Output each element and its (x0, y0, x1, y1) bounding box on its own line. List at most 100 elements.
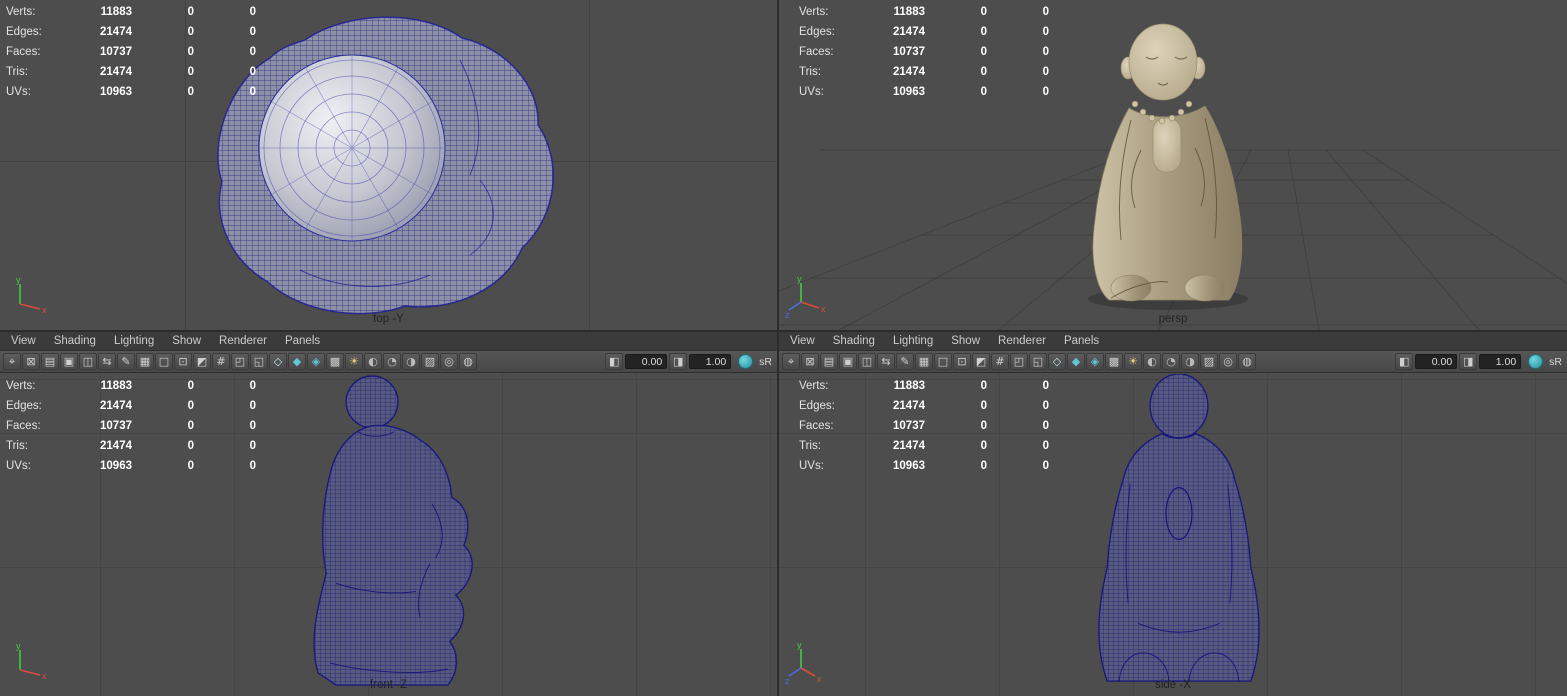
viewport-persp[interactable]: Verts: 11883 0 0 Edges: 21474 0 0 Faces:… (777, 0, 1567, 330)
front-view-panel: View Shading Lighting Show Renderer Pane… (0, 330, 777, 696)
viewport-top[interactable]: Verts: 11883 0 0 Edges: 21474 0 0 Faces:… (0, 0, 777, 330)
axis-gizmo[interactable]: y x z (785, 276, 829, 320)
gate-mask-icon[interactable]: ◩ (972, 353, 990, 370)
toolbar-icon-group: ⌖ ⊠ ▤ ▣ ◫ ⇆ ✎ ▦ □ ⊡ ◩ # ◰ ◱ ◇ ◆ ◈ ▩ ☀ ◐ … (3, 353, 477, 370)
motion-blur-icon[interactable]: ◑ (402, 353, 420, 370)
camera-attributes-icon[interactable]: ▤ (41, 353, 59, 370)
view-transform-label: sR (1549, 355, 1562, 368)
safe-action-icon[interactable]: ◰ (1010, 353, 1028, 370)
select-camera-icon[interactable]: ⌖ (782, 353, 800, 370)
safe-title-icon[interactable]: ◱ (1029, 353, 1047, 370)
safe-title-icon[interactable]: ◱ (250, 353, 268, 370)
front-view-wireframe-model (313, 375, 473, 686)
menu-show[interactable]: Show (942, 332, 989, 350)
menu-view[interactable]: View (2, 332, 45, 350)
grease-pencil-icon[interactable]: ✎ (896, 353, 914, 370)
panel-toolbar: ⌖ ⊠ ▤ ▣ ◫ ⇆ ✎ ▦ □ ⊡ ◩ # ◰ ◱ ◇ ◆ ◈ ▩ ☀ ◐ … (779, 351, 1567, 373)
resolution-gate-icon[interactable]: ⊡ (953, 353, 971, 370)
field-chart-icon[interactable]: # (212, 353, 230, 370)
shaded-mode-icon[interactable]: ◆ (1067, 353, 1085, 370)
pan-zoom-icon[interactable]: ⇆ (877, 353, 895, 370)
axis-gizmo[interactable]: y x z (785, 642, 829, 686)
lock-camera-icon[interactable]: ⊠ (22, 353, 40, 370)
gamma-toggle-icon[interactable]: ◨ (669, 353, 688, 370)
lock-camera-icon[interactable]: ⊠ (801, 353, 819, 370)
motion-blur-icon[interactable]: ◑ (1181, 353, 1199, 370)
use-all-lights-icon[interactable]: ☀ (1124, 353, 1142, 370)
wireframe-mode-icon[interactable]: ◇ (269, 353, 287, 370)
textured-mode-icon[interactable]: ◈ (1086, 353, 1104, 370)
maya-four-view-layout: Verts: 11883 0 0 Edges: 21474 0 0 Faces:… (0, 0, 1567, 696)
wireframe-mode-icon[interactable]: ◇ (1048, 353, 1066, 370)
exposure-toggle-icon[interactable]: ◧ (605, 353, 624, 370)
checker-icon[interactable]: ▩ (326, 353, 344, 370)
axis-y-label: y (16, 276, 21, 285)
use-all-lights-icon[interactable]: ☀ (345, 353, 363, 370)
gate-mask-icon[interactable]: ◩ (193, 353, 211, 370)
field-chart-icon[interactable]: # (991, 353, 1009, 370)
bookmarks-icon[interactable]: ▣ (60, 353, 78, 370)
occlusion-icon[interactable]: ◔ (1162, 353, 1180, 370)
pan-zoom-icon[interactable]: ⇆ (98, 353, 116, 370)
occlusion-icon[interactable]: ◔ (383, 353, 401, 370)
xray-icon[interactable]: ◍ (1238, 353, 1256, 370)
menu-renderer[interactable]: Renderer (989, 332, 1055, 350)
bookmarks-icon[interactable]: ▣ (839, 353, 857, 370)
axis-y-label: y (16, 642, 21, 651)
shadows-icon[interactable]: ◐ (1143, 353, 1161, 370)
menu-panels[interactable]: Panels (276, 332, 329, 350)
axis-gizmo[interactable]: y x (6, 642, 50, 686)
axis-y-label: y (797, 276, 802, 284)
persp-view-textured-model (779, 23, 1567, 330)
multisample-icon[interactable]: ▨ (1200, 353, 1218, 370)
menu-view[interactable]: View (781, 332, 824, 350)
gamma-toggle-icon[interactable]: ◨ (1459, 353, 1478, 370)
top-view-wireframe-model (217, 16, 554, 315)
menu-shading[interactable]: Shading (824, 332, 884, 350)
menu-show[interactable]: Show (163, 332, 210, 350)
menu-lighting[interactable]: Lighting (105, 332, 163, 350)
multisample-icon[interactable]: ▨ (421, 353, 439, 370)
shaded-mode-icon[interactable]: ◆ (288, 353, 306, 370)
image-plane-icon[interactable]: ◫ (858, 353, 876, 370)
color-management-icon[interactable] (738, 354, 754, 369)
exposure-field[interactable]: 0.00 (625, 354, 668, 369)
side-view-panel: View Shading Lighting Show Renderer Pane… (777, 330, 1567, 696)
film-gate-icon[interactable]: □ (934, 353, 952, 370)
menu-panels[interactable]: Panels (1055, 332, 1108, 350)
exposure-field[interactable]: 0.00 (1415, 354, 1458, 369)
color-management-icon[interactable] (1528, 354, 1544, 369)
toolbar-right-group: ◧ 0.00 ◨ 1.00 sR (1395, 353, 1564, 370)
gamma-field[interactable]: 1.00 (689, 354, 732, 369)
camera-attributes-icon[interactable]: ▤ (820, 353, 838, 370)
gamma-field[interactable]: 1.00 (1479, 354, 1522, 369)
viewport-front[interactable]: Verts: 11883 0 0 Edges: 21474 0 0 Faces: (0, 374, 777, 696)
checker-icon[interactable]: ▩ (1105, 353, 1123, 370)
isolate-select-icon[interactable]: ◎ (440, 353, 458, 370)
isolate-select-icon[interactable]: ◎ (1219, 353, 1237, 370)
axis-x-label: x (821, 304, 826, 314)
select-camera-icon[interactable]: ⌖ (3, 353, 21, 370)
axis-x-label: x (817, 674, 822, 684)
viewport-side[interactable]: Verts: 11883 0 0 Edges: 21474 0 0 Faces: (779, 374, 1567, 696)
exposure-toggle-icon[interactable]: ◧ (1395, 353, 1414, 370)
axis-gizmo[interactable]: y x (6, 276, 50, 320)
menu-lighting[interactable]: Lighting (884, 332, 942, 350)
axis-y-label: y (797, 642, 802, 650)
resolution-gate-icon[interactable]: ⊡ (174, 353, 192, 370)
grease-pencil-icon[interactable]: ✎ (117, 353, 135, 370)
menu-shading[interactable]: Shading (45, 332, 105, 350)
shadows-icon[interactable]: ◐ (364, 353, 382, 370)
film-gate-icon[interactable]: □ (155, 353, 173, 370)
safe-action-icon[interactable]: ◰ (231, 353, 249, 370)
textured-mode-icon[interactable]: ◈ (307, 353, 325, 370)
grid-icon[interactable]: ▦ (915, 353, 933, 370)
axis-x-label: x (42, 305, 47, 315)
image-plane-icon[interactable]: ◫ (79, 353, 97, 370)
panel-menu-bar: View Shading Lighting Show Renderer Pane… (779, 332, 1567, 351)
axis-z-label: z (785, 310, 790, 320)
toolbar-right-group: ◧ 0.00 ◨ 1.00 sR (605, 353, 774, 370)
xray-icon[interactable]: ◍ (459, 353, 477, 370)
menu-renderer[interactable]: Renderer (210, 332, 276, 350)
grid-icon[interactable]: ▦ (136, 353, 154, 370)
